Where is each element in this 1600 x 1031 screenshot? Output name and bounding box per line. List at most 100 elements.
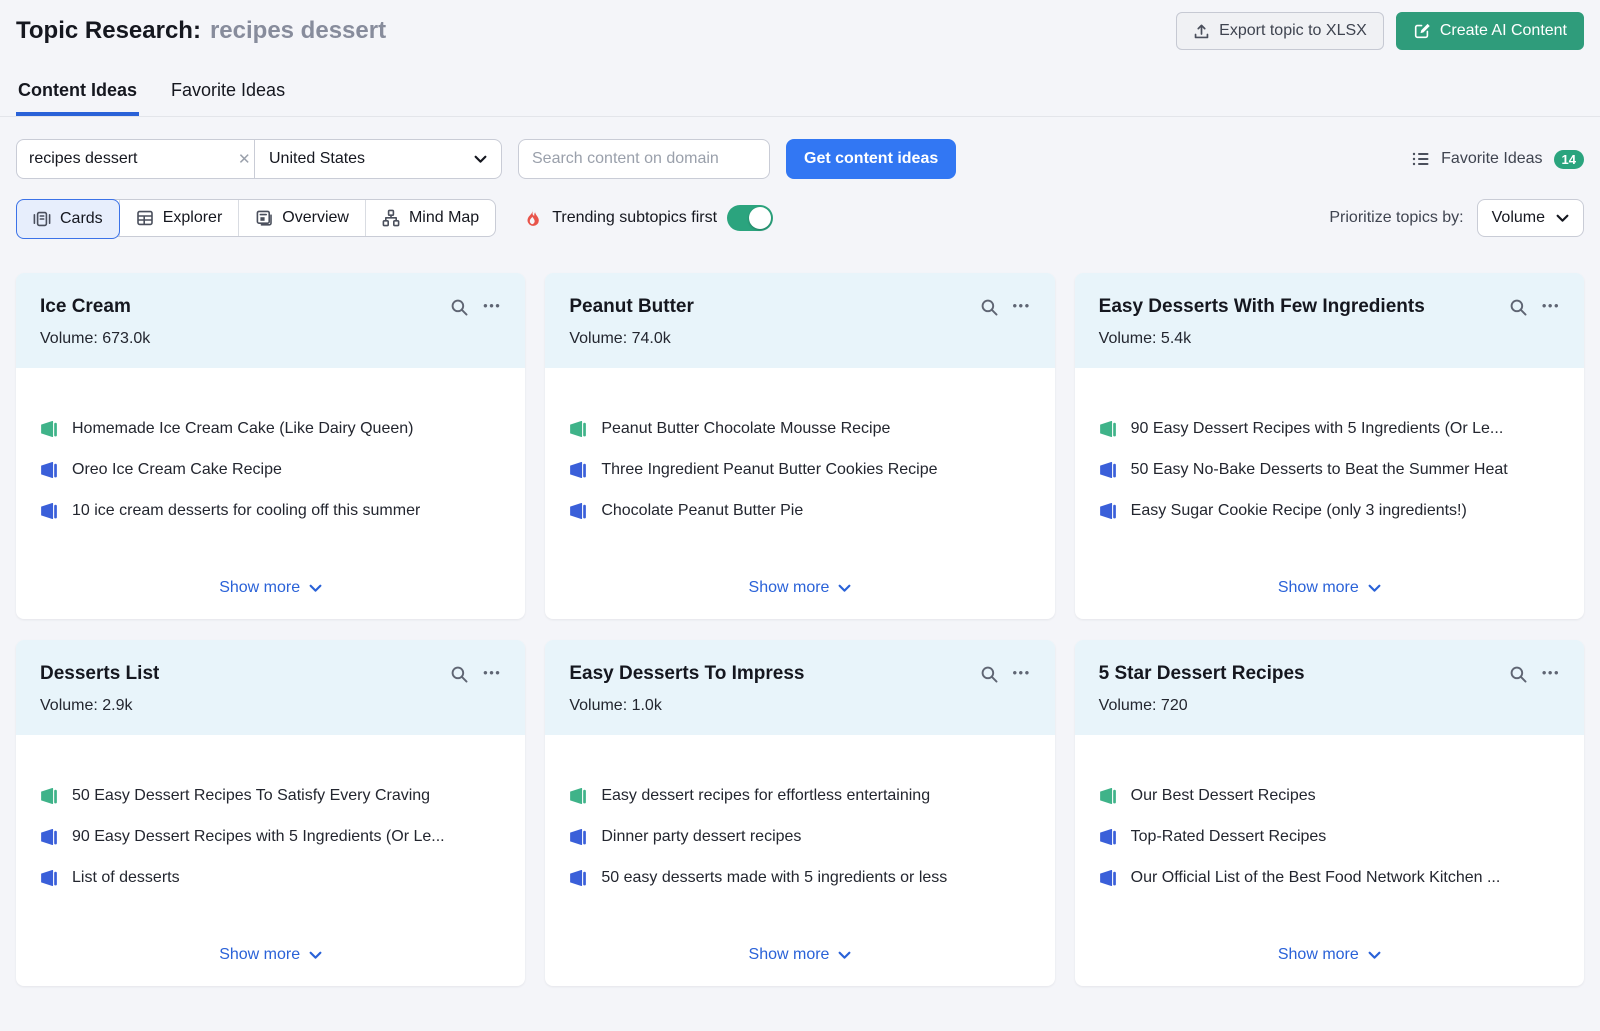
card-actions: ••• xyxy=(1509,663,1560,684)
search-topic-icon[interactable] xyxy=(980,298,999,317)
view-mindmap-label: Mind Map xyxy=(408,209,480,226)
controls-row: Cards Explorer Overview Mind Map Trendin… xyxy=(16,199,1584,239)
content-idea-text: Oreo Ice Cream Cake Recipe xyxy=(72,461,282,478)
show-more-label: Show more xyxy=(748,946,830,963)
mindmap-view-icon xyxy=(382,209,400,227)
view-overview-button[interactable]: Overview xyxy=(238,200,365,236)
card-body: Peanut Butter Chocolate Mousse Recipe Th… xyxy=(545,368,1054,619)
card-body: 90 Easy Dessert Recipes with 5 Ingredien… xyxy=(1075,368,1584,619)
content-idea-text: Dinner party dessert recipes xyxy=(601,828,802,845)
card-volume: Volume: 74.0k xyxy=(569,330,671,347)
content-idea-item[interactable]: 10 ice cream desserts for cooling off th… xyxy=(40,500,501,522)
card-volume: Volume: 673.0k xyxy=(40,330,151,347)
content-idea-item[interactable]: Oreo Ice Cream Cake Recipe xyxy=(40,459,501,481)
search-topic-icon[interactable] xyxy=(450,298,469,317)
view-explorer-button[interactable]: Explorer xyxy=(118,200,239,236)
megaphone-icon xyxy=(1099,461,1117,479)
card-actions: ••• xyxy=(450,663,501,684)
create-ai-content-button[interactable]: Create AI Content xyxy=(1395,12,1584,50)
content-idea-item[interactable]: Top-Rated Dessert Recipes xyxy=(1099,826,1560,848)
chevron-down-icon xyxy=(1368,951,1381,960)
content-idea-text: Easy Sugar Cookie Recipe (only 3 ingredi… xyxy=(1130,502,1467,519)
content-idea-item[interactable]: Dinner party dessert recipes xyxy=(569,826,1030,848)
content-idea-item[interactable]: Chocolate Peanut Butter Pie xyxy=(569,500,1030,522)
more-options-icon[interactable]: ••• xyxy=(1542,666,1560,683)
view-mindmap-button[interactable]: Mind Map xyxy=(364,200,495,236)
content-idea-text: 50 Easy No-Bake Desserts to Beat the Sum… xyxy=(1130,461,1508,478)
more-options-icon[interactable]: ••• xyxy=(1013,666,1031,683)
megaphone-icon xyxy=(569,420,587,438)
card-actions: ••• xyxy=(450,296,501,317)
content-idea-text: 50 easy desserts made with 5 ingredients… xyxy=(601,869,948,886)
more-options-icon[interactable]: ••• xyxy=(1013,299,1031,316)
content-idea-item[interactable]: 50 Easy No-Bake Desserts to Beat the Sum… xyxy=(1099,459,1560,481)
megaphone-icon xyxy=(1099,869,1117,887)
search-topic-icon[interactable] xyxy=(980,665,999,684)
search-topic-icon[interactable] xyxy=(450,665,469,684)
page-title: Topic Research: recipes dessert xyxy=(16,17,386,45)
get-content-ideas-button[interactable]: Get content ideas xyxy=(786,139,957,179)
card-body: Our Best Dessert Recipes Top-Rated Desse… xyxy=(1075,735,1584,986)
content-idea-item[interactable]: Homemade Ice Cream Cake (Like Dairy Quee… xyxy=(40,418,501,440)
more-options-icon[interactable]: ••• xyxy=(483,299,501,316)
more-options-icon[interactable]: ••• xyxy=(483,666,501,683)
content-idea-text: Three Ingredient Peanut Butter Cookies R… xyxy=(601,461,938,478)
show-more-button[interactable]: Show more xyxy=(219,579,322,599)
content-idea-item[interactable]: Our Official List of the Best Food Netwo… xyxy=(1099,867,1560,889)
megaphone-icon xyxy=(1099,420,1117,438)
tab-favorite-ideas[interactable]: Favorite Ideas xyxy=(169,70,287,116)
megaphone-icon xyxy=(1099,502,1117,520)
search-topic-icon[interactable] xyxy=(1509,665,1528,684)
flame-icon xyxy=(522,208,542,228)
show-more-button[interactable]: Show more xyxy=(749,579,852,599)
chevron-down-icon xyxy=(1556,214,1569,223)
content-idea-text: 90 Easy Dessert Recipes with 5 Ingredien… xyxy=(72,828,445,845)
show-more-button[interactable]: Show more xyxy=(219,946,322,966)
card-actions: ••• xyxy=(980,663,1031,684)
content-idea-item[interactable]: List of desserts xyxy=(40,867,501,889)
show-more-button[interactable]: Show more xyxy=(1278,579,1381,599)
card-header: Peanut Butter ••• Volume: 74.0k xyxy=(545,273,1055,368)
keyword-input[interactable] xyxy=(29,150,236,168)
content-idea-item[interactable]: 50 easy desserts made with 5 ingredients… xyxy=(569,867,1030,889)
tab-content-ideas[interactable]: Content Ideas xyxy=(16,70,140,116)
trending-subtopics-control: Trending subtopics first xyxy=(522,205,774,231)
prioritize-control: Prioritize topics by: Volume xyxy=(1329,199,1584,237)
search-topic-icon[interactable] xyxy=(1509,298,1528,317)
content-idea-item[interactable]: 90 Easy Dessert Recipes with 5 Ingredien… xyxy=(1099,418,1560,440)
more-options-icon[interactable]: ••• xyxy=(1542,299,1560,316)
favorite-ideas-link[interactable]: Favorite Ideas 14 xyxy=(1412,149,1584,169)
cards-grid: Ice Cream ••• Volume: 673.0k Homemade Ic… xyxy=(16,273,1584,986)
megaphone-icon xyxy=(40,502,58,520)
megaphone-icon xyxy=(40,869,58,887)
export-xlsx-button[interactable]: Export topic to XLSX xyxy=(1176,12,1384,50)
topic-card: Ice Cream ••• Volume: 673.0k Homemade Ic… xyxy=(16,273,526,619)
content-idea-item[interactable]: Easy dessert recipes for effortless ente… xyxy=(569,785,1030,807)
content-idea-item[interactable]: Peanut Butter Chocolate Mousse Recipe xyxy=(569,418,1030,440)
chevron-down-icon xyxy=(474,155,487,164)
chevron-down-icon xyxy=(838,951,851,960)
card-volume: Volume: 1.0k xyxy=(569,697,662,714)
megaphone-icon xyxy=(569,787,587,805)
show-more-label: Show more xyxy=(219,946,301,963)
content-idea-item[interactable]: 50 Easy Dessert Recipes To Satisfy Every… xyxy=(40,785,501,807)
content-idea-item[interactable]: Our Best Dessert Recipes xyxy=(1099,785,1560,807)
country-select[interactable]: United States xyxy=(255,140,501,178)
clear-keyword-icon[interactable]: ✕ xyxy=(236,150,253,168)
card-volume: Volume: 5.4k xyxy=(1098,330,1192,347)
prioritize-select[interactable]: Volume xyxy=(1476,199,1584,237)
view-cards-button[interactable]: Cards xyxy=(16,199,120,239)
show-more-button[interactable]: Show more xyxy=(1278,946,1381,966)
content-idea-item[interactable]: 90 Easy Dessert Recipes with 5 Ingredien… xyxy=(40,826,501,848)
view-switcher: Cards Explorer Overview Mind Map xyxy=(16,199,497,239)
show-more-button[interactable]: Show more xyxy=(749,946,852,966)
domain-search-input[interactable] xyxy=(518,139,770,179)
card-body: 50 Easy Dessert Recipes To Satisfy Every… xyxy=(16,735,525,986)
country-select-value: United States xyxy=(269,150,366,167)
megaphone-icon xyxy=(40,828,58,846)
content-idea-item[interactable]: Easy Sugar Cookie Recipe (only 3 ingredi… xyxy=(1099,500,1560,522)
megaphone-icon xyxy=(569,828,587,846)
content-idea-item[interactable]: Three Ingredient Peanut Butter Cookies R… xyxy=(569,459,1030,481)
trending-subtopics-label: Trending subtopics first xyxy=(552,209,718,226)
trending-toggle[interactable] xyxy=(727,205,774,231)
